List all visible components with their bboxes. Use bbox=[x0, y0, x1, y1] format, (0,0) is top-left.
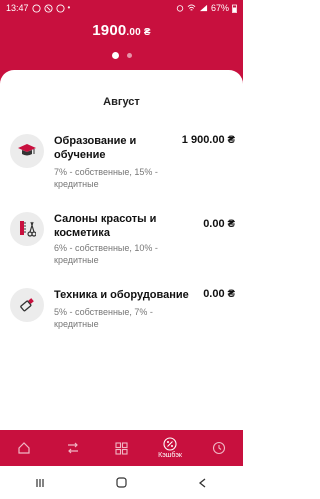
status-bar: 13:47 • 67% bbox=[0, 0, 243, 16]
nav-cashback[interactable]: Кэшбэк bbox=[150, 431, 190, 465]
scissors-comb-icon bbox=[20, 221, 36, 237]
bottom-nav: Кэшбэк bbox=[0, 430, 243, 466]
viber-icon-2 bbox=[55, 3, 65, 13]
nav-cashback-label: Кэшбэк bbox=[158, 452, 182, 459]
usb-device-icon bbox=[20, 298, 34, 312]
category-desc: 7% - собственные, 15% - кредитные bbox=[54, 167, 158, 189]
category-icon bbox=[10, 288, 44, 322]
status-time: 13:47 bbox=[6, 3, 29, 13]
battery-percent: 67% bbox=[210, 3, 229, 13]
viber-icon bbox=[31, 3, 41, 13]
history-clock-icon bbox=[212, 441, 225, 455]
cashback-total-decimal: .00 ₴ bbox=[126, 27, 151, 38]
nav-services[interactable] bbox=[101, 431, 141, 465]
home-icon bbox=[18, 442, 30, 454]
category-value: 0.00 ₴ bbox=[203, 218, 235, 230]
graduation-cap-icon bbox=[18, 144, 36, 156]
month-title: Август bbox=[103, 96, 140, 108]
category-title: Образование и обучение bbox=[54, 135, 137, 161]
page-dot[interactable] bbox=[126, 53, 132, 58]
category-item-education[interactable]: Образование и обучение 7% - собственные,… bbox=[10, 134, 235, 189]
phone-icon bbox=[43, 3, 53, 13]
signal-icon bbox=[199, 4, 208, 12]
back-button-icon[interactable] bbox=[197, 477, 209, 489]
nav-home[interactable] bbox=[4, 431, 44, 465]
category-desc: 5% - собственные, 7% - кредитные bbox=[54, 307, 153, 329]
category-icon bbox=[10, 134, 44, 168]
notification-dot-icon: • bbox=[67, 3, 71, 12]
nav-history[interactable] bbox=[199, 431, 239, 465]
nav-transfers[interactable] bbox=[53, 431, 93, 465]
home-button-icon[interactable] bbox=[115, 476, 128, 489]
alarm-icon bbox=[176, 5, 184, 12]
battery-icon bbox=[232, 4, 237, 13]
category-value: 0.00 ₴ bbox=[203, 288, 235, 300]
cashback-total: 1900.00 ₴ bbox=[0, 22, 243, 39]
category-title: Техника и оборудование bbox=[54, 289, 189, 301]
system-nav-bar bbox=[0, 466, 243, 499]
category-icon bbox=[10, 212, 44, 246]
grid-icon bbox=[115, 441, 128, 455]
transfer-arrows-icon bbox=[67, 442, 78, 454]
cashback-card: Август Образование и обучение 7% - собст… bbox=[0, 70, 243, 430]
wifi-icon bbox=[187, 4, 196, 11]
category-item-beauty[interactable]: Салоны красоты и косметика 6% - собствен… bbox=[10, 212, 235, 265]
category-desc: 6% - собственные, 10% - кредитные bbox=[54, 243, 158, 265]
page-indicator bbox=[0, 52, 243, 59]
cashback-percent-icon bbox=[163, 437, 177, 451]
category-item-electronics[interactable]: Техника и оборудование 5% - собственные,… bbox=[10, 288, 235, 336]
category-title: Салоны красоты и косметика bbox=[54, 213, 157, 239]
page-dot-active[interactable] bbox=[111, 52, 119, 59]
cashback-total-main: 1900 bbox=[92, 22, 127, 39]
category-value: 1 900.00 ₴ bbox=[181, 134, 235, 146]
recent-apps-icon[interactable] bbox=[34, 477, 46, 489]
